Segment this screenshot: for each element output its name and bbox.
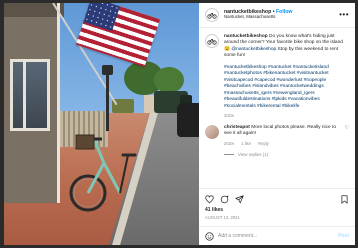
replies-divider-line — [224, 154, 234, 156]
caption-username[interactable]: nantucketbikeshop — [224, 34, 268, 39]
caption-body: nantucketbikeshop Do you know what's hid… — [224, 34, 349, 119]
comment-timestamp[interactable]: 202w — [224, 141, 234, 146]
comment-meta: 202w 1 like Reply — [224, 141, 342, 147]
location-link[interactable]: Nantucket, Massachusetts — [224, 15, 292, 20]
caption: nantucketbikeshop Do you know what's hid… — [205, 34, 349, 119]
bookmark-icon[interactable] — [340, 194, 349, 204]
bike-logo-icon — [207, 12, 217, 19]
bike-logo-icon — [207, 38, 217, 45]
commenter-avatar[interactable] — [205, 124, 219, 139]
instagram-post-modal: nantucketbikeshop • Follow Nantucket, Ma… — [4, 3, 355, 245]
comment-input[interactable] — [218, 233, 339, 239]
building-trim — [4, 3, 60, 203]
tree — [154, 67, 184, 93]
comments-section: nantucketbikeshop Do you know what's hid… — [199, 28, 355, 188]
add-comment-bar: Post — [199, 226, 355, 245]
comment-like-heart-icon[interactable]: ♡ — [342, 125, 349, 131]
view-replies-button[interactable]: View replies (1) — [224, 152, 349, 157]
header-text: nantucketbikeshop • Follow Nantucket, Ma… — [224, 9, 292, 21]
post-comment-button[interactable]: Post — [338, 233, 349, 239]
comment-username[interactable]: christeapot — [224, 125, 250, 130]
caption-avatar[interactable] — [205, 34, 219, 48]
reply-button[interactable]: Reply — [258, 141, 269, 146]
shop-building — [4, 3, 64, 203]
more-horizontal-icon[interactable]: ••• — [339, 11, 349, 19]
flag-canton — [83, 3, 121, 32]
post-photo[interactable] — [4, 3, 199, 245]
post-header: nantucketbikeshop • Follow Nantucket, Ma… — [199, 3, 355, 28]
action-icons — [205, 193, 349, 205]
heart-icon[interactable] — [205, 194, 214, 204]
post-date[interactable]: August 13, 2021 — [205, 215, 349, 220]
profile-avatar[interactable] — [205, 8, 219, 22]
post-panel: nantucketbikeshop • Follow Nantucket, Ma… — [199, 3, 355, 245]
caption-hashtags[interactable]: #nantucketbikeshop #nantucket #nantucket… — [224, 65, 349, 110]
bicycle — [69, 134, 137, 212]
caption-mention[interactable]: @nantucketbikeshop — [231, 47, 276, 52]
parked-car — [177, 103, 199, 137]
caption-timestamp[interactable]: 202w — [224, 113, 234, 118]
comment-body: christeapot More local photos please. Re… — [224, 125, 342, 147]
view-replies-label: View replies (1) — [238, 152, 269, 158]
share-icon[interactable] — [235, 194, 244, 204]
comment: christeapot More local photos please. Re… — [205, 124, 349, 147]
emoji-icon[interactable] — [205, 231, 214, 241]
likes-count[interactable]: 41 likes — [205, 207, 349, 213]
comment-likes[interactable]: 1 like — [241, 141, 251, 146]
caption-meta: 202w — [224, 113, 349, 119]
follow-button[interactable]: Follow — [276, 9, 292, 15]
comment-icon[interactable] — [220, 195, 229, 204]
action-bar: 41 likes August 13, 2021 — [199, 188, 355, 220]
